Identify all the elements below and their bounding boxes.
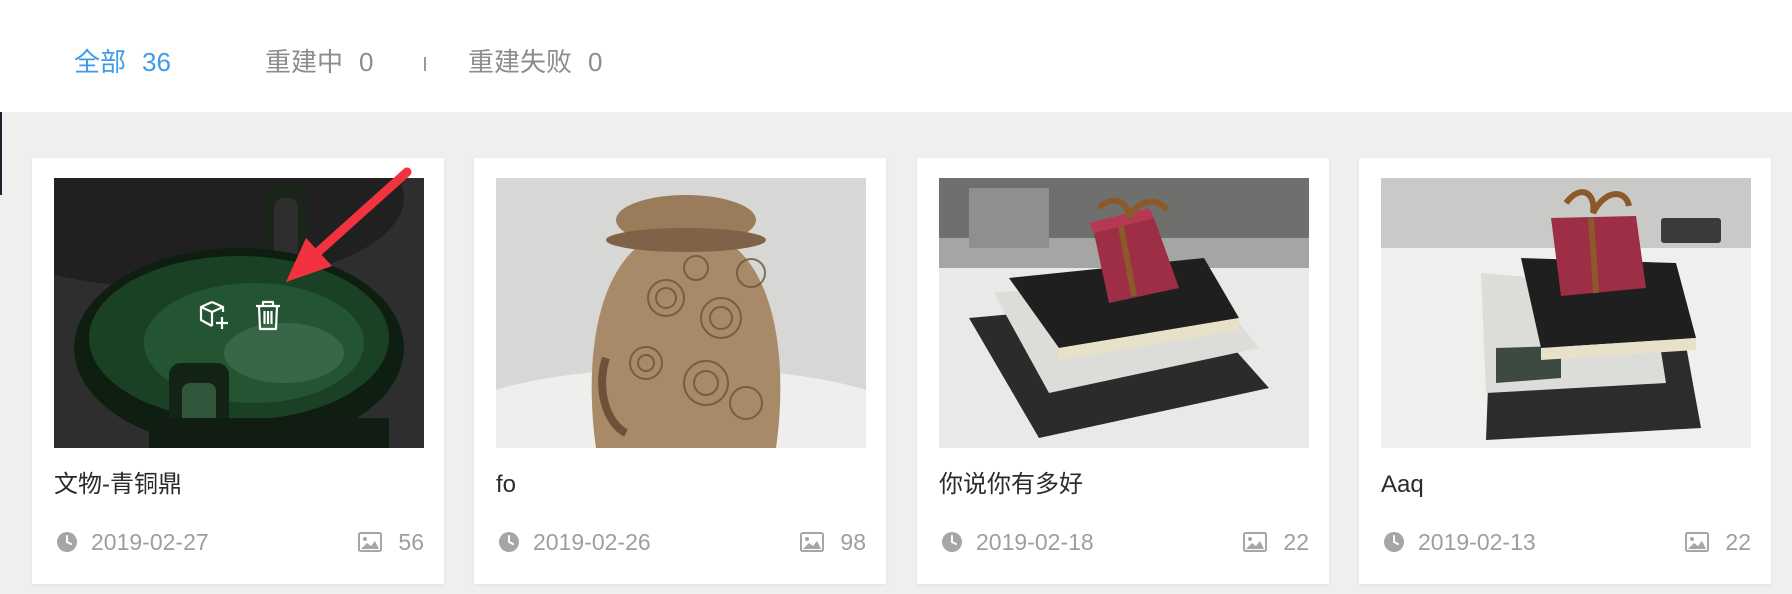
image-icon bbox=[358, 532, 382, 552]
model-thumbnail[interactable] bbox=[496, 178, 866, 448]
model-thumbnail[interactable] bbox=[1381, 178, 1751, 448]
model-title: 你说你有多好 bbox=[939, 471, 1083, 498]
model-card[interactable]: 你说你有多好 2019-02-18 22 bbox=[917, 158, 1329, 584]
model-card[interactable]: Aaq 2019-02-13 22 bbox=[1359, 158, 1771, 584]
tab-failed-count: 0 bbox=[588, 47, 603, 77]
image-count: 22 bbox=[1283, 529, 1309, 555]
clock-icon bbox=[499, 532, 519, 552]
model-meta: 2019-02-27 56 bbox=[54, 522, 424, 562]
clock-icon bbox=[942, 532, 962, 552]
model-card[interactable]: fo 2019-02-26 98 bbox=[474, 158, 886, 584]
model-thumbnail[interactable] bbox=[939, 178, 1309, 448]
model-meta: 2019-02-13 22 bbox=[1381, 522, 1751, 562]
tab-all-count: 36 bbox=[142, 47, 171, 77]
model-thumbnail[interactable] bbox=[54, 178, 424, 448]
image-count: 98 bbox=[840, 529, 866, 555]
model-title: Aaq bbox=[1381, 471, 1424, 498]
image-icon bbox=[800, 532, 824, 552]
model-date: 2019-02-26 bbox=[533, 529, 651, 555]
tab-all-label: 全部 bbox=[74, 47, 127, 77]
carved-head-photo bbox=[496, 178, 866, 448]
image-count: 56 bbox=[398, 529, 424, 555]
trash-icon[interactable] bbox=[251, 298, 285, 332]
add-to-model-icon[interactable] bbox=[197, 298, 231, 332]
model-card[interactable]: 文物-青铜鼎 2019-02-27 56 bbox=[32, 158, 444, 584]
clock-icon bbox=[1384, 532, 1404, 552]
model-title: fo bbox=[496, 471, 517, 498]
hover-overlay bbox=[54, 178, 424, 448]
tab-divider bbox=[424, 57, 426, 71]
image-icon bbox=[1685, 532, 1709, 552]
filter-bar: 全部 36 重建中 0 重建失败 0 bbox=[0, 0, 1792, 112]
clock-icon bbox=[57, 532, 77, 552]
model-title: 文物-青铜鼎 bbox=[54, 471, 182, 498]
model-meta: 2019-02-18 22 bbox=[939, 522, 1309, 562]
model-date: 2019-02-18 bbox=[976, 529, 1094, 555]
model-date: 2019-02-27 bbox=[91, 529, 209, 555]
gift-box-books-photo bbox=[939, 178, 1309, 448]
model-date: 2019-02-13 bbox=[1418, 529, 1536, 555]
tab-failed[interactable]: 重建失败 0 bbox=[468, 44, 602, 80]
tab-failed-label: 重建失败 bbox=[468, 47, 573, 77]
tab-rebuilding[interactable]: 重建中 0 bbox=[265, 44, 373, 80]
image-count: 22 bbox=[1725, 529, 1751, 555]
model-meta: 2019-02-26 98 bbox=[496, 522, 866, 562]
image-icon bbox=[1243, 532, 1267, 552]
gift-box-books-photo bbox=[1381, 178, 1751, 448]
tab-rebuilding-count: 0 bbox=[359, 47, 374, 77]
tab-rebuilding-label: 重建中 bbox=[265, 47, 344, 77]
tab-all[interactable]: 全部 36 bbox=[74, 44, 171, 80]
